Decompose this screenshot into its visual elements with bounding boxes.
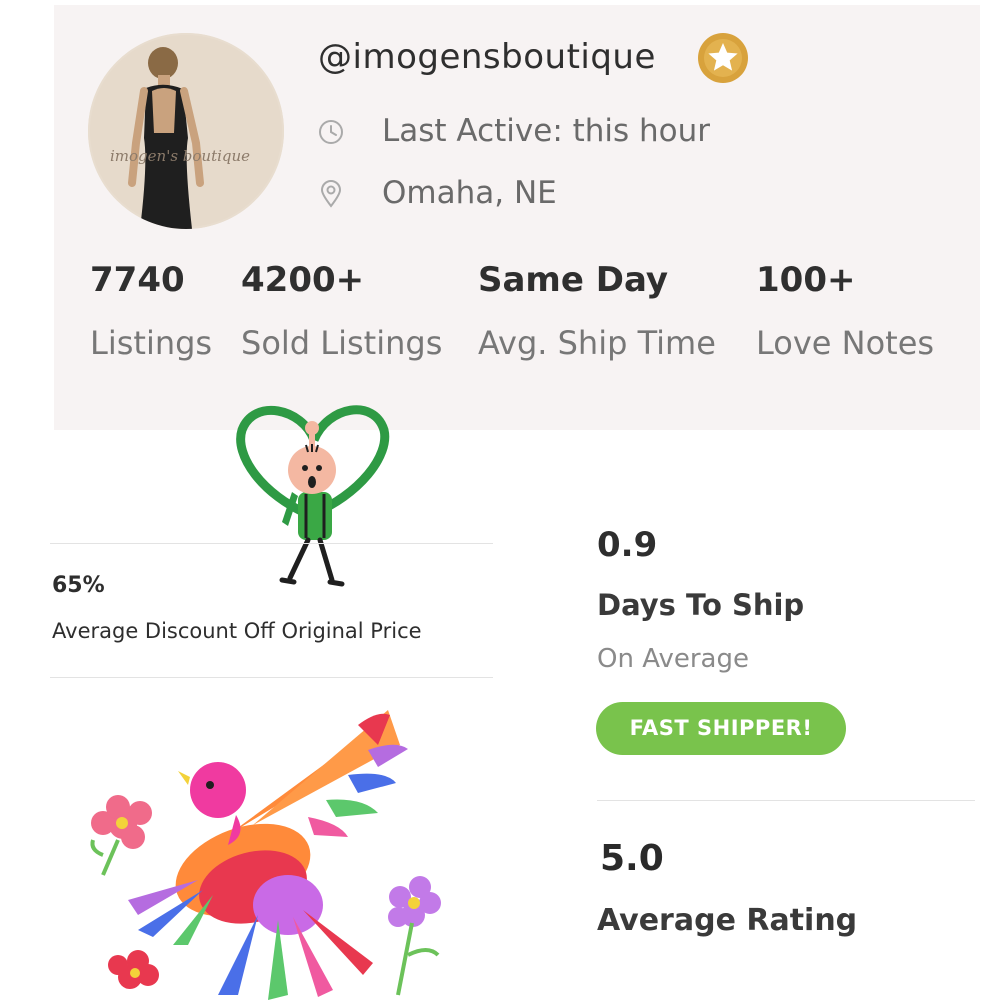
username-handle: @imogensboutique [318, 37, 656, 77]
bird-flowers-doodle [90, 710, 441, 1000]
rating-value: 5.0 [600, 838, 664, 879]
location-text: Omaha, NE [382, 175, 557, 211]
fast-shipper-badge: FAST SHIPPER! [596, 702, 846, 755]
stat-sold-listings[interactable]: 4200+ Sold Listings [241, 260, 442, 362]
stat-label: Love Notes [756, 324, 935, 362]
stat-love-notes[interactable]: 100+ Love Notes [756, 260, 934, 362]
avatar-watermark: imogen's boutique [110, 147, 250, 165]
discount-value: 65% [52, 573, 105, 598]
ship-days-sublabel: On Average [597, 644, 749, 674]
stat-label: Avg. Ship Time [478, 324, 716, 362]
heart-character-doodle [236, 405, 390, 587]
avatar[interactable]: imogen's boutique [88, 33, 284, 229]
stat-value: 7740 [90, 260, 185, 300]
stat-label: Listings [90, 324, 213, 362]
clock-icon [319, 120, 343, 144]
rating-label: Average Rating [597, 903, 858, 938]
stat-label: Sold Listings [241, 324, 443, 362]
profile-header: imogen's boutique @imogensboutique Last … [54, 5, 980, 430]
discount-label: Average Discount Off Original Price [52, 619, 422, 643]
stat-listings[interactable]: 7740 Listings [90, 260, 212, 362]
divider [50, 543, 493, 544]
stat-ship-time: Same Day Avg. Ship Time [478, 260, 716, 362]
gold-star-badge-icon [698, 33, 748, 83]
location-pin-icon [320, 180, 342, 208]
ship-days-label: Days To Ship [597, 588, 805, 622]
stat-value: 100+ [756, 260, 856, 300]
divider [50, 677, 493, 678]
last-active-text: Last Active: this hour [382, 113, 711, 149]
ship-days-value: 0.9 [597, 525, 658, 565]
stat-value: Same Day [478, 260, 669, 300]
divider [597, 800, 975, 801]
stat-value: 4200+ [241, 260, 365, 300]
